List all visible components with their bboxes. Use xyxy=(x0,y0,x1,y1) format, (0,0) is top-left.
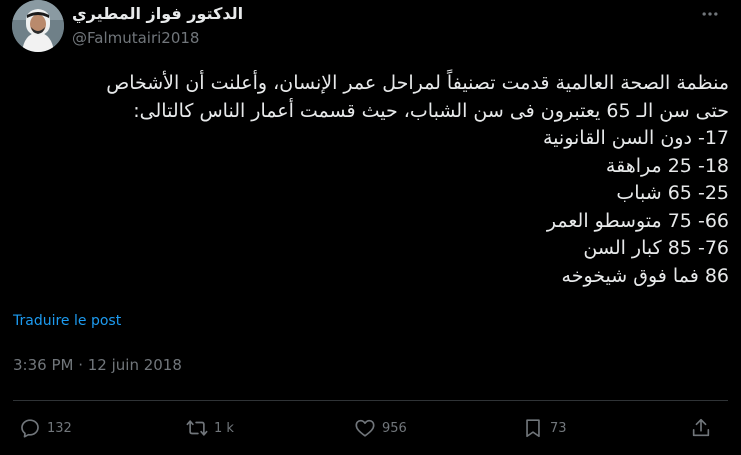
author-display-name[interactable]: الدكتور فواز المطيري xyxy=(72,4,243,23)
reply-count: 132 xyxy=(47,420,72,436)
tweet-text: منظمة الصحة العالمية قدمت تصنيفاً لمراحل… xyxy=(106,72,729,287)
author-handle[interactable]: @Falmutairi2018 xyxy=(72,29,199,47)
bookmark-button[interactable]: 73 xyxy=(522,410,567,446)
tweet-timestamp[interactable]: 3:36 PM · 12 juin 2018 xyxy=(13,356,182,374)
like-count: 956 xyxy=(382,420,407,436)
avatar-image xyxy=(12,0,64,52)
reply-icon xyxy=(21,419,39,438)
avatar[interactable] xyxy=(12,0,64,52)
repost-icon xyxy=(186,420,208,436)
share-button[interactable] xyxy=(690,410,712,446)
like-button[interactable]: 956 xyxy=(354,410,407,446)
share-icon xyxy=(692,418,710,437)
bookmark-icon xyxy=(526,419,540,438)
repost-count: 1 k xyxy=(214,420,234,436)
heart-icon xyxy=(355,419,375,437)
action-bar: 132 1 k 956 73 xyxy=(0,410,741,446)
bookmark-count: 73 xyxy=(550,420,567,436)
more-horizontal-icon xyxy=(702,12,718,16)
translate-post-link[interactable]: Traduire le post xyxy=(13,313,121,329)
divider xyxy=(13,400,728,401)
reply-button[interactable]: 132 xyxy=(19,410,72,446)
repost-button[interactable]: 1 k xyxy=(186,410,234,446)
tweet: الدكتور فواز المطيري @Falmutairi2018 منظ… xyxy=(0,0,741,455)
more-options-button[interactable] xyxy=(692,0,728,28)
